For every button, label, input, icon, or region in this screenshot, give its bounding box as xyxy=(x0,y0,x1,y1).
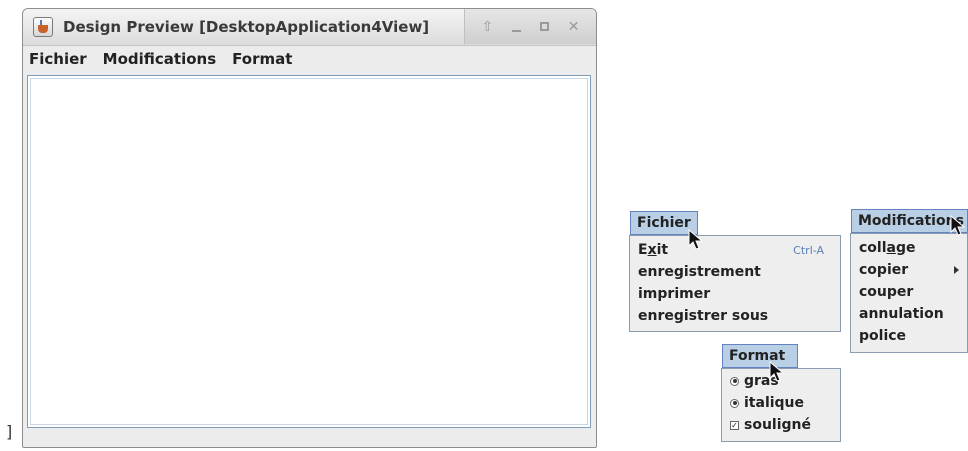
menu-fichier[interactable]: Fichier xyxy=(29,50,87,68)
java-coffee-icon xyxy=(33,17,53,37)
menu-bar: Fichier Modifications Format xyxy=(23,46,596,72)
menu-item-collage[interactable]: coll a ge xyxy=(851,237,967,259)
stray-bracket-text: ] xyxy=(6,422,13,441)
menu-item-annulation[interactable]: annulation xyxy=(851,303,967,325)
status-bar xyxy=(27,431,591,445)
content-panel[interactable] xyxy=(27,75,591,428)
window-title: Design Preview [DesktopApplication4View] xyxy=(63,18,430,36)
window-controls: ⇧ ✕ xyxy=(464,9,596,44)
radio-selected-icon xyxy=(730,376,739,386)
format-menu-header[interactable]: Format xyxy=(722,344,798,368)
radio-selected-icon xyxy=(730,398,739,408)
menu-item-italique[interactable]: italique xyxy=(722,392,840,414)
fichier-popup-menu: Ex it Ctrl-A enregistrement imprimer enre… xyxy=(629,235,841,332)
menu-item-exit[interactable]: Ex it Ctrl-A xyxy=(630,239,840,261)
submenu-arrow-icon xyxy=(954,266,959,274)
menu-item-enregistrement[interactable]: enregistrement xyxy=(630,261,840,283)
menu-item-souligne[interactable]: ✓ souligné xyxy=(722,414,840,436)
minimize-icon[interactable] xyxy=(507,18,525,36)
title-bar[interactable]: Design Preview [DesktopApplication4View]… xyxy=(23,9,596,46)
maximize-icon[interactable] xyxy=(536,18,554,36)
close-icon[interactable]: ✕ xyxy=(565,18,583,36)
exit-shortcut: Ctrl-A xyxy=(793,243,824,257)
design-preview-window: Design Preview [DesktopApplication4View]… xyxy=(22,8,597,448)
menu-item-enregistrer-sous[interactable]: enregistrer sous xyxy=(630,305,840,327)
checkbox-checked-icon: ✓ xyxy=(730,420,739,430)
modifications-popup-menu: coll a ge copier couper annulation police xyxy=(850,233,968,353)
menu-item-imprimer[interactable]: imprimer xyxy=(630,283,840,305)
menu-item-copier[interactable]: copier xyxy=(851,259,967,281)
menu-modifications[interactable]: Modifications xyxy=(103,50,216,68)
menu-item-police[interactable]: police xyxy=(851,325,967,347)
pin-up-arrow-icon[interactable]: ⇧ xyxy=(478,18,496,36)
menu-item-couper[interactable]: couper xyxy=(851,281,967,303)
menu-format[interactable]: Format xyxy=(232,50,292,68)
